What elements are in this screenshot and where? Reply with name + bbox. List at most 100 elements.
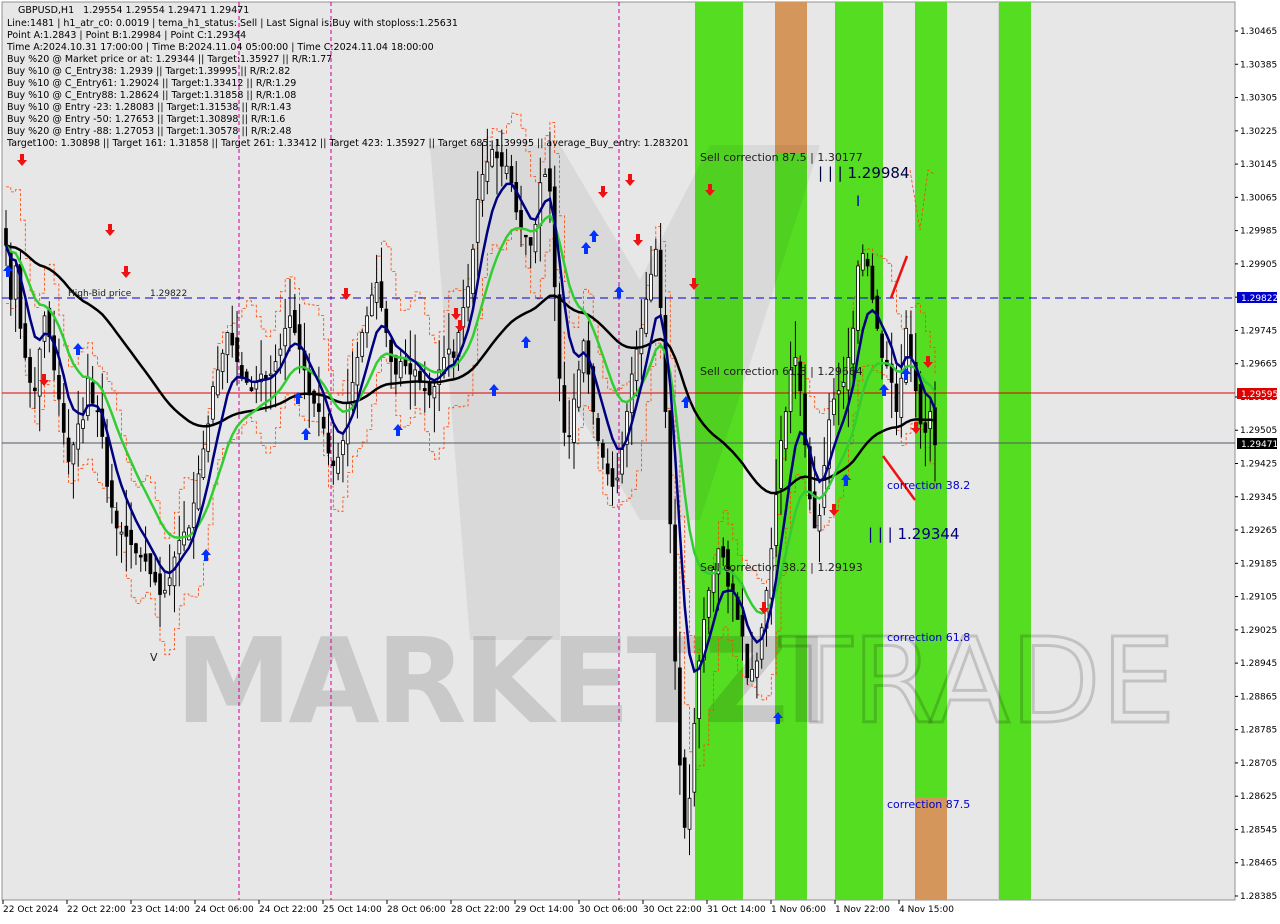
candle-body — [42, 315, 47, 342]
candle-body — [461, 307, 466, 328]
candle-body — [4, 228, 8, 246]
info-line-5: Buy %10 @ C_Entry38: 1.2939 || Target:1.… — [7, 66, 290, 77]
candle-body — [514, 182, 519, 213]
candle-body — [355, 357, 360, 386]
y-tick-label: 1.29985 — [1240, 227, 1277, 237]
info-line-7: Buy %10 @ C_Entry88: 1.28624 || Target:1… — [7, 90, 296, 101]
y-tick-label: 1.30385 — [1240, 60, 1277, 70]
candle-body — [668, 410, 673, 525]
candle-body — [543, 174, 547, 177]
candle-body — [134, 543, 138, 554]
candle-body — [71, 444, 76, 465]
candle-body — [639, 327, 644, 355]
y-tick-label: 1.29665 — [1240, 360, 1277, 370]
x-tick-label: 31 Oct 14:00 — [707, 905, 766, 915]
candle-body — [658, 249, 663, 308]
candle-body — [538, 182, 543, 226]
candle-body — [57, 375, 61, 400]
info-line-8: Buy %10 @ Entry -23: 1.28083 || Target:1… — [7, 102, 291, 113]
candle-body — [495, 151, 499, 159]
candle-body — [865, 258, 870, 267]
candle-body — [33, 387, 37, 392]
candle-body — [918, 384, 923, 425]
x-tick-label: 24 Oct 06:00 — [195, 905, 254, 915]
watermark-thin-text: TRADE — [779, 612, 1175, 750]
y-tick-label: 1.28705 — [1240, 759, 1277, 769]
candle-body — [856, 265, 860, 331]
candle-body — [759, 627, 764, 660]
point-a-mark: V — [150, 651, 158, 664]
y-tick-label: 1.28865 — [1240, 692, 1277, 702]
y-tick-label: 1.29185 — [1240, 559, 1277, 569]
candle-body — [557, 294, 562, 379]
candle-body — [90, 382, 95, 404]
candle-body — [191, 502, 196, 528]
candle-body — [398, 361, 403, 379]
candle-body — [360, 332, 365, 357]
candle-body — [471, 248, 475, 295]
candle-body — [211, 386, 215, 420]
correction-382-label: correction 38.2 — [887, 479, 970, 492]
candle-body — [692, 723, 697, 793]
watermark-bold-text: MARKETZI — [175, 612, 825, 750]
y-tick-label: 1.28545 — [1240, 825, 1277, 835]
candle-body — [148, 553, 153, 575]
candle-body — [634, 348, 639, 382]
candle-body — [779, 440, 783, 489]
candle-body — [408, 363, 413, 375]
candle-body — [596, 418, 600, 442]
candle-body — [678, 667, 682, 766]
zone-orange-bottom — [915, 798, 947, 900]
candle-body — [649, 273, 653, 301]
candle-body — [610, 468, 615, 487]
candle-body — [740, 614, 745, 637]
candle-body — [283, 327, 288, 347]
info-line-2: Point A:1.2843 | Point B:1.29984 | Point… — [7, 30, 246, 41]
candle-body — [548, 168, 552, 192]
candle-body — [750, 668, 754, 682]
candle-body — [95, 410, 100, 413]
candle-body — [673, 524, 677, 662]
y-tick-label: 1.30065 — [1240, 193, 1277, 203]
info-line-10: Buy %20 @ Entry -88: 1.27053 || Target:1… — [7, 126, 291, 137]
candle-body — [110, 480, 114, 508]
candle — [673, 498, 677, 690]
candle-body — [254, 382, 259, 390]
candle-body — [182, 531, 186, 546]
candle-body — [374, 282, 379, 303]
candle-body — [451, 351, 456, 358]
correction-618-label: correction 61.8 — [887, 631, 970, 644]
candle-body — [687, 797, 692, 830]
candle-body — [321, 416, 326, 429]
candle-body — [66, 437, 71, 462]
x-tick-label: 29 Oct 14:00 — [515, 905, 574, 915]
candle-body — [899, 377, 904, 418]
candle-body — [201, 448, 206, 478]
x-tick-label: 1 Nov 06:00 — [771, 905, 826, 915]
candle-body — [76, 423, 81, 450]
zone-green-4 — [915, 2, 947, 900]
y-tick-label: 1.29905 — [1240, 260, 1277, 270]
candle-body — [499, 152, 504, 167]
candle-body — [817, 515, 822, 532]
candle-body — [158, 573, 162, 595]
candle-body — [167, 577, 172, 586]
price-chart[interactable]: MARKETZI TRADE Sell correction 87.5 | 1.… — [0, 0, 1280, 920]
candle-body — [644, 298, 649, 334]
candle-body — [485, 161, 490, 182]
y-tick-label: 1.30145 — [1240, 160, 1277, 170]
candle — [663, 296, 668, 429]
candle-body — [119, 531, 124, 535]
candle-body — [153, 571, 158, 583]
candle-body — [206, 423, 211, 452]
candle-body — [268, 373, 273, 376]
candle-body — [220, 352, 225, 372]
candle-body — [629, 373, 634, 414]
candle-body — [475, 199, 480, 243]
y-tick-label: 1.28385 — [1240, 892, 1277, 902]
sell-correction-382-label: Sell correction 38.2 | 1.29193 — [700, 561, 863, 574]
candle-body — [605, 463, 610, 475]
point-c-label: | | | 1.29344 — [868, 525, 960, 543]
info-line-6: Buy %10 @ C_Entry61: 1.29024 || Target:1… — [7, 78, 296, 89]
symbol-ohlc: 1.29554 1.29554 1.29471 1.29471 — [83, 5, 249, 16]
